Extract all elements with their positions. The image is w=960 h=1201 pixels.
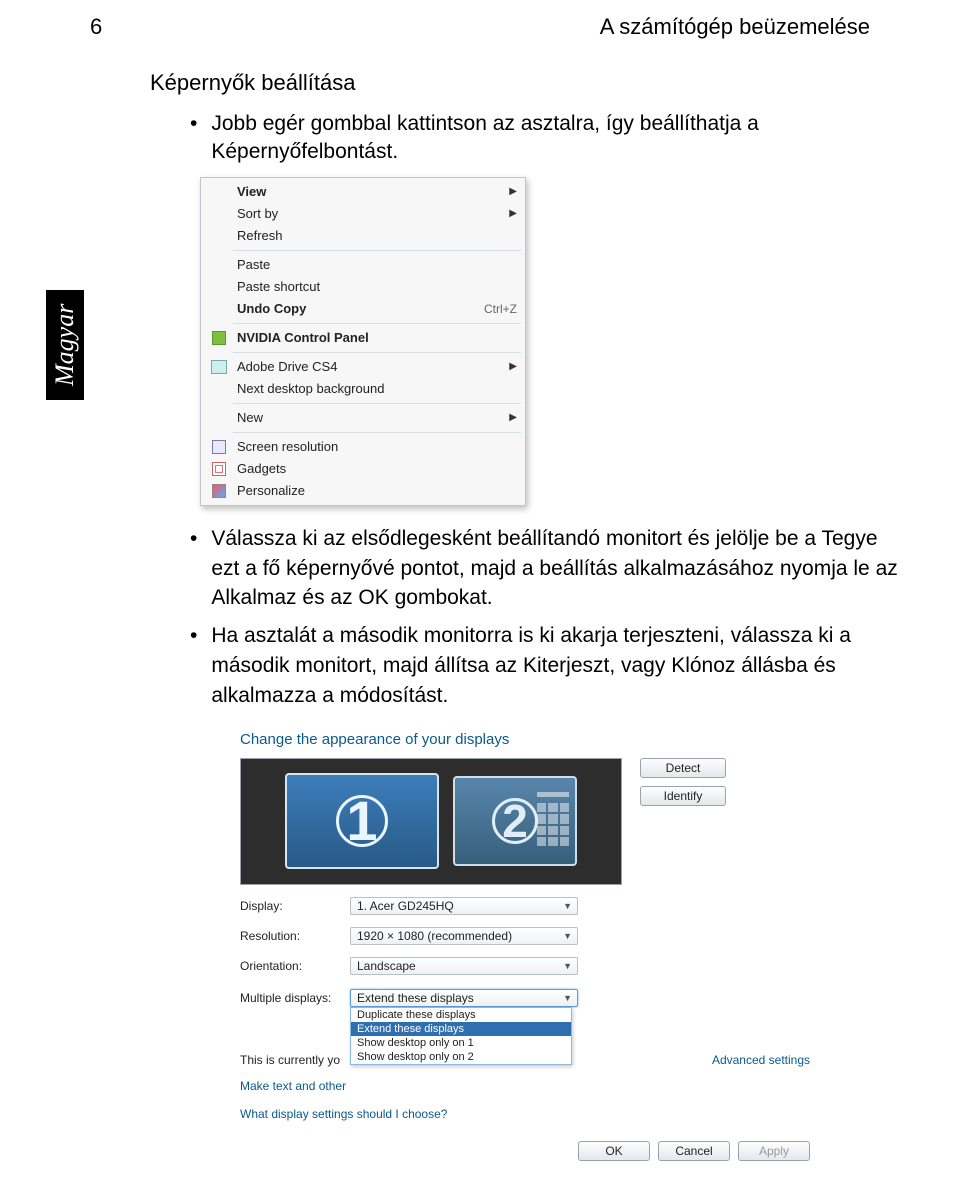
intro-bullet: • Jobb egér gombbal kattintson az asztal… xyxy=(190,110,920,167)
panel-title: Change the appearance of your displays xyxy=(240,731,810,748)
ctx-screen-resolution[interactable]: Screen resolution xyxy=(203,436,523,458)
chevron-down-icon: ▼ xyxy=(563,901,572,911)
help-question-link[interactable]: What display settings should I choose? xyxy=(240,1107,810,1121)
personalize-icon xyxy=(212,484,226,498)
chevron-down-icon: ▼ xyxy=(563,993,572,1003)
ctx-view[interactable]: View ▶ xyxy=(203,181,523,203)
bullet-text-2: Ha asztalát a második monitorra is ki ak… xyxy=(211,621,910,710)
ctx-nvidia[interactable]: NVIDIA Control Panel xyxy=(203,327,523,349)
bullet-text-1: Válassza ki az elsődlegesként beállítand… xyxy=(211,524,910,613)
ctx-new[interactable]: New ▶ xyxy=(203,407,523,429)
context-menu: View ▶ Sort by ▶ Refresh Paste Paste sho… xyxy=(200,177,526,506)
orientation-dropdown[interactable]: Landscape ▼ xyxy=(350,957,578,975)
bullet-item: • Ha asztalát a második monitorra is ki … xyxy=(190,621,910,710)
nvidia-icon xyxy=(212,331,226,345)
display-label: Display: xyxy=(240,899,350,913)
chevron-right-icon: ▶ xyxy=(509,208,517,219)
monitor-grid-icon xyxy=(537,792,569,846)
language-sidebar: Magyar xyxy=(46,290,84,400)
ctx-gadgets[interactable]: Gadgets xyxy=(203,458,523,480)
separator xyxy=(233,403,521,404)
monitor-1[interactable]: 1 xyxy=(285,773,439,869)
popup-option[interactable]: Show desktop only on 2 xyxy=(351,1050,571,1064)
detect-button[interactable]: Detect xyxy=(640,758,726,778)
chevron-down-icon: ▼ xyxy=(563,931,572,941)
identify-button[interactable]: Identify xyxy=(640,786,726,806)
ctx-next-background[interactable]: Next desktop background xyxy=(203,378,523,400)
intro-text: Jobb egér gombbal kattintson az asztalra… xyxy=(211,110,851,167)
popup-option[interactable]: Duplicate these displays xyxy=(351,1008,571,1022)
ctx-paste-shortcut[interactable]: Paste shortcut xyxy=(203,276,523,298)
popup-option[interactable]: Show desktop only on 1 xyxy=(351,1036,571,1050)
advanced-settings-link[interactable]: Advanced settings xyxy=(712,1053,810,1067)
multiple-displays-dropdown[interactable]: Extend these displays ▼ xyxy=(350,989,578,1007)
chapter-title: A számítógép beüzemelése xyxy=(600,14,870,40)
chevron-right-icon: ▶ xyxy=(509,186,517,197)
cancel-button[interactable]: Cancel xyxy=(658,1141,730,1161)
display-settings-panel: Change the appearance of your displays 1… xyxy=(240,731,810,1161)
page-number: 6 xyxy=(90,14,102,40)
monitor-number: 2 xyxy=(492,798,538,844)
monitor-2[interactable]: 2 xyxy=(453,776,577,866)
bullet-item: • Válassza ki az elsődlegesként beállíta… xyxy=(190,524,910,613)
multiple-displays-popup: Duplicate these displays Extend these di… xyxy=(350,1007,572,1065)
separator xyxy=(233,432,521,433)
separator xyxy=(233,250,521,251)
separator xyxy=(233,352,521,353)
apply-button[interactable]: Apply xyxy=(738,1141,810,1161)
ctx-refresh[interactable]: Refresh xyxy=(203,225,523,247)
resolution-dropdown[interactable]: 1920 × 1080 (recommended) ▼ xyxy=(350,927,578,945)
display-dropdown[interactable]: 1. Acer GD245HQ ▼ xyxy=(350,897,578,915)
ctx-sort-by[interactable]: Sort by ▶ xyxy=(203,203,523,225)
screen-res-icon xyxy=(212,440,226,454)
adobe-drive-icon xyxy=(211,360,227,374)
chevron-right-icon: ▶ xyxy=(509,361,517,372)
ok-button[interactable]: OK xyxy=(578,1141,650,1161)
bullet-icon: • xyxy=(190,110,197,167)
separator xyxy=(233,323,521,324)
chevron-down-icon: ▼ xyxy=(563,961,572,971)
make-text-link[interactable]: Make text and other xyxy=(240,1079,346,1093)
bullet-icon: • xyxy=(190,524,197,613)
monitor-preview[interactable]: 1 2 xyxy=(240,758,622,885)
ctx-personalize[interactable]: Personalize xyxy=(203,480,523,502)
multiple-displays-label: Multiple displays: xyxy=(240,991,350,1005)
popup-option-selected[interactable]: Extend these displays xyxy=(351,1022,571,1036)
chevron-right-icon: ▶ xyxy=(509,412,517,423)
ctx-adobe-drive[interactable]: Adobe Drive CS4 ▶ xyxy=(203,356,523,378)
gadgets-icon xyxy=(212,462,226,476)
ctx-paste[interactable]: Paste xyxy=(203,254,523,276)
shortcut-label: Ctrl+Z xyxy=(484,302,517,316)
monitor-number: 1 xyxy=(336,795,388,847)
currently-text: This is currently yo xyxy=(240,1053,340,1067)
orientation-label: Orientation: xyxy=(240,959,350,973)
section-heading: Képernyők beállítása xyxy=(150,70,920,96)
ctx-undo-copy[interactable]: Undo Copy Ctrl+Z xyxy=(203,298,523,320)
bullet-icon: • xyxy=(190,621,197,710)
resolution-label: Resolution: xyxy=(240,929,350,943)
